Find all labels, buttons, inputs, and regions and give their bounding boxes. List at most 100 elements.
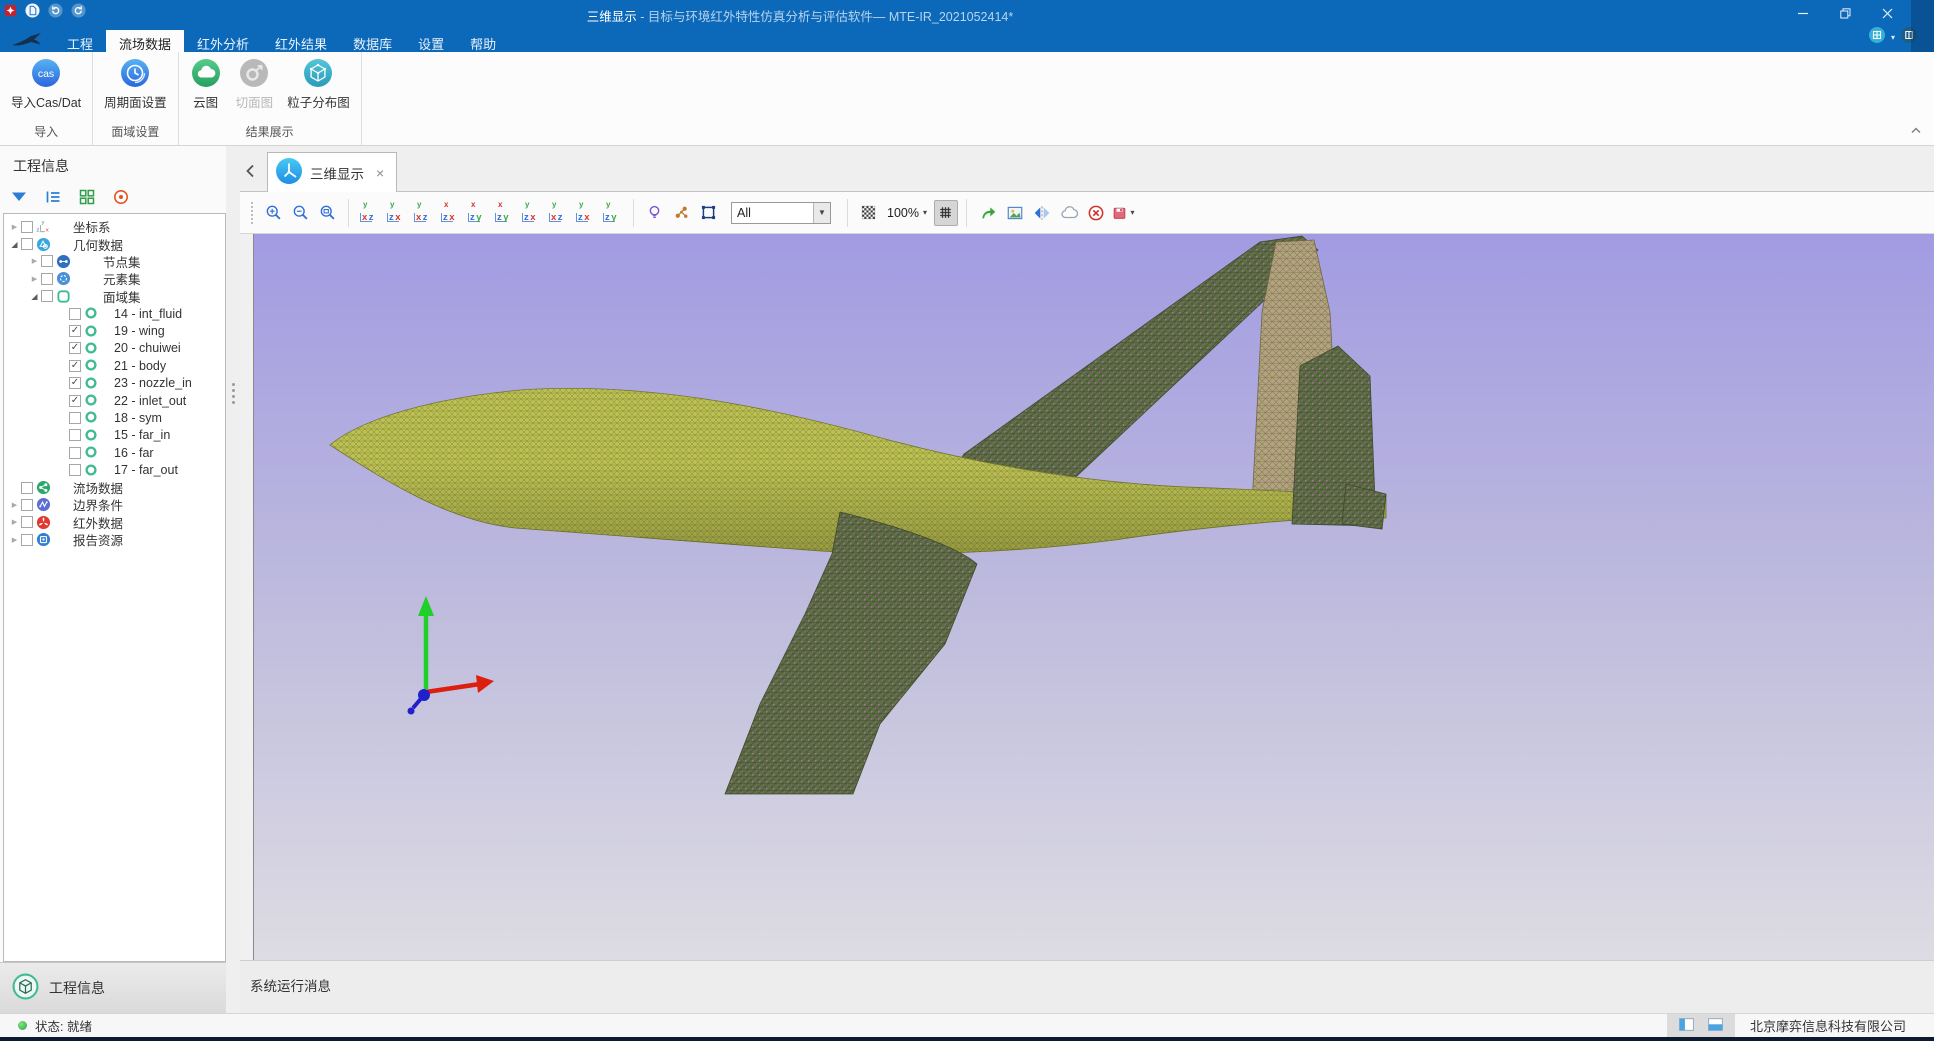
tree-row[interactable]: 14 - int_fluid [4,305,225,322]
toggle-left-panel-button[interactable] [1678,1016,1695,1036]
tab-3d-view[interactable]: 三维显示 × [267,152,397,192]
ribbon-button-particle-dist-icon[interactable]: 粒子分布图 [280,57,357,120]
tree-checkbox[interactable] [21,482,33,494]
view-iso-1-button[interactable]: y zx [520,200,544,226]
ribbon-button-period-face-icon[interactable]: 周期面设置 [97,57,174,120]
particle-trace-button[interactable] [670,200,694,226]
close-button[interactable] [1866,0,1908,26]
menu-item-0[interactable]: 工程 [54,30,106,52]
tree-checkbox[interactable] [41,255,53,267]
view-right-button[interactable]: x zx [439,200,463,226]
panel-tool-locate-icon[interactable] [112,188,130,206]
tree-row[interactable]: ◢ 几何数据 [4,235,225,252]
mirror-button[interactable] [1030,200,1054,226]
tree-checkbox[interactable]: ✓ [69,377,81,389]
tree-checkbox[interactable]: ✓ [69,360,81,372]
viewport-3d[interactable] [253,234,1934,960]
tree-row[interactable]: ▶ 边界条件 [4,496,225,513]
view-iso-2-button[interactable]: y xz [547,200,571,226]
tree-expander[interactable]: ▶ [8,501,21,509]
tree-checkbox[interactable] [41,273,53,285]
save-view-button[interactable]: ▾ [1111,200,1135,226]
tab-scroll-left-button[interactable] [245,164,255,178]
splitter-grip[interactable] [232,380,235,407]
tree-checkbox[interactable] [21,534,33,546]
region-select-button[interactable] [697,200,721,226]
view-top-button[interactable]: x zy [466,200,490,226]
zoom-level-dropdown[interactable]: 100% ▾ [887,206,927,220]
tree-row[interactable]: ✓ 20 - chuiwei [4,340,225,357]
tree-checkbox[interactable] [69,464,81,476]
toggle-bottom-panel-button[interactable] [1707,1016,1724,1036]
tree-checkbox[interactable] [69,412,81,424]
tree-checkbox[interactable] [69,429,81,441]
tree-checkbox[interactable] [21,499,33,511]
view-back-button[interactable]: y zx [385,200,409,226]
ribbon-button-cas-icon[interactable]: cas导入Cas/Dat [4,57,88,120]
tree-row[interactable]: ✓ 22 - inlet_out [4,392,225,409]
tree-row[interactable]: ▶ 报告资源 [4,531,225,548]
combo-dropdown-icon[interactable]: ▼ [813,203,830,223]
view-iso-4-button[interactable]: y zy [601,200,625,226]
tree-row[interactable]: ▶ 元素集 [4,270,225,287]
tree-row[interactable]: 18 - sym [4,409,225,426]
style-caret-icon[interactable]: ▾ [1891,33,1895,42]
menu-item-3[interactable]: 红外结果 [262,30,340,52]
minimize-button[interactable] [1782,0,1824,26]
panel-tool-filter-icon[interactable] [10,188,28,206]
ribbon-button-contour-cloud-icon[interactable]: 云图 [183,57,229,120]
tree-checkbox[interactable]: ✓ [69,342,81,354]
tree-checkbox[interactable] [21,221,33,233]
redo-button[interactable] [71,3,86,18]
panel-splitter[interactable] [226,146,240,1013]
ribbon-collapse-button[interactable] [1910,121,1922,139]
tree-checkbox[interactable] [21,516,33,528]
tree-row[interactable]: ✓ 19 - wing [4,322,225,339]
tree-expander[interactable]: ▶ [28,257,41,265]
tree-expander[interactable]: ▶ [8,536,21,544]
tree-expander[interactable]: ▶ [8,518,21,526]
tree-checkbox[interactable] [69,308,81,320]
menu-item-2[interactable]: 红外分析 [184,30,262,52]
tree-expander[interactable]: ◢ [8,240,21,249]
tree-expander[interactable]: ▶ [28,275,41,283]
tree-row[interactable]: ▶ 节点集 [4,253,225,270]
mesh-toggle-button[interactable] [934,200,958,226]
tree-expander[interactable]: ▶ [8,223,21,231]
panel-tool-grid-view-icon[interactable] [78,188,96,206]
menu-item-6[interactable]: 帮助 [457,30,509,52]
view-iso-3-button[interactable]: y zx [574,200,598,226]
tree-checkbox[interactable] [41,290,53,302]
probe-light-button[interactable] [643,200,667,226]
restore-button[interactable] [1824,0,1866,26]
zoom-in-button[interactable] [262,200,286,226]
menu-item-1[interactable]: 流场数据 [106,30,184,52]
view-bottom-button[interactable]: x zy [493,200,517,226]
tree-row[interactable]: ▶ 红外数据 [4,514,225,531]
undo-button[interactable] [48,3,63,18]
tree-row[interactable]: ✓ 21 - body [4,357,225,374]
ribbon-button-slice-plane-icon[interactable]: 切面图 [229,57,281,120]
tree-row[interactable]: ▶ yzx 坐标系 [4,218,225,235]
tree-row[interactable]: 16 - far [4,444,225,461]
style-switcher-button[interactable] [1868,26,1886,49]
snapshot-button[interactable] [1003,200,1027,226]
toolbar-grip[interactable] [251,202,253,224]
tree-checkbox[interactable] [21,238,33,250]
tree-row[interactable]: 17 - far_out [4,461,225,478]
tree-checkbox[interactable] [69,447,81,459]
dither-button[interactable] [857,200,881,226]
zoom-out-button[interactable] [289,200,313,226]
tree-checkbox[interactable]: ✓ [69,395,81,407]
menu-item-5[interactable]: 设置 [405,30,457,52]
new-file-button[interactable] [25,3,40,18]
tab-close-icon[interactable]: × [376,165,384,181]
tree-checkbox[interactable]: ✓ [69,325,81,337]
view-left-button[interactable]: y xz [412,200,436,226]
cancel-button[interactable] [1084,200,1108,226]
project-panel-bottom-tab[interactable]: 工程信息 [0,962,226,1013]
tree-row[interactable]: 15 - far_in [4,427,225,444]
tree-expander[interactable]: ◢ [28,292,41,301]
cloud-display-button[interactable] [1057,200,1081,226]
tree-row[interactable]: ✓ 23 - nozzle_in [4,375,225,392]
